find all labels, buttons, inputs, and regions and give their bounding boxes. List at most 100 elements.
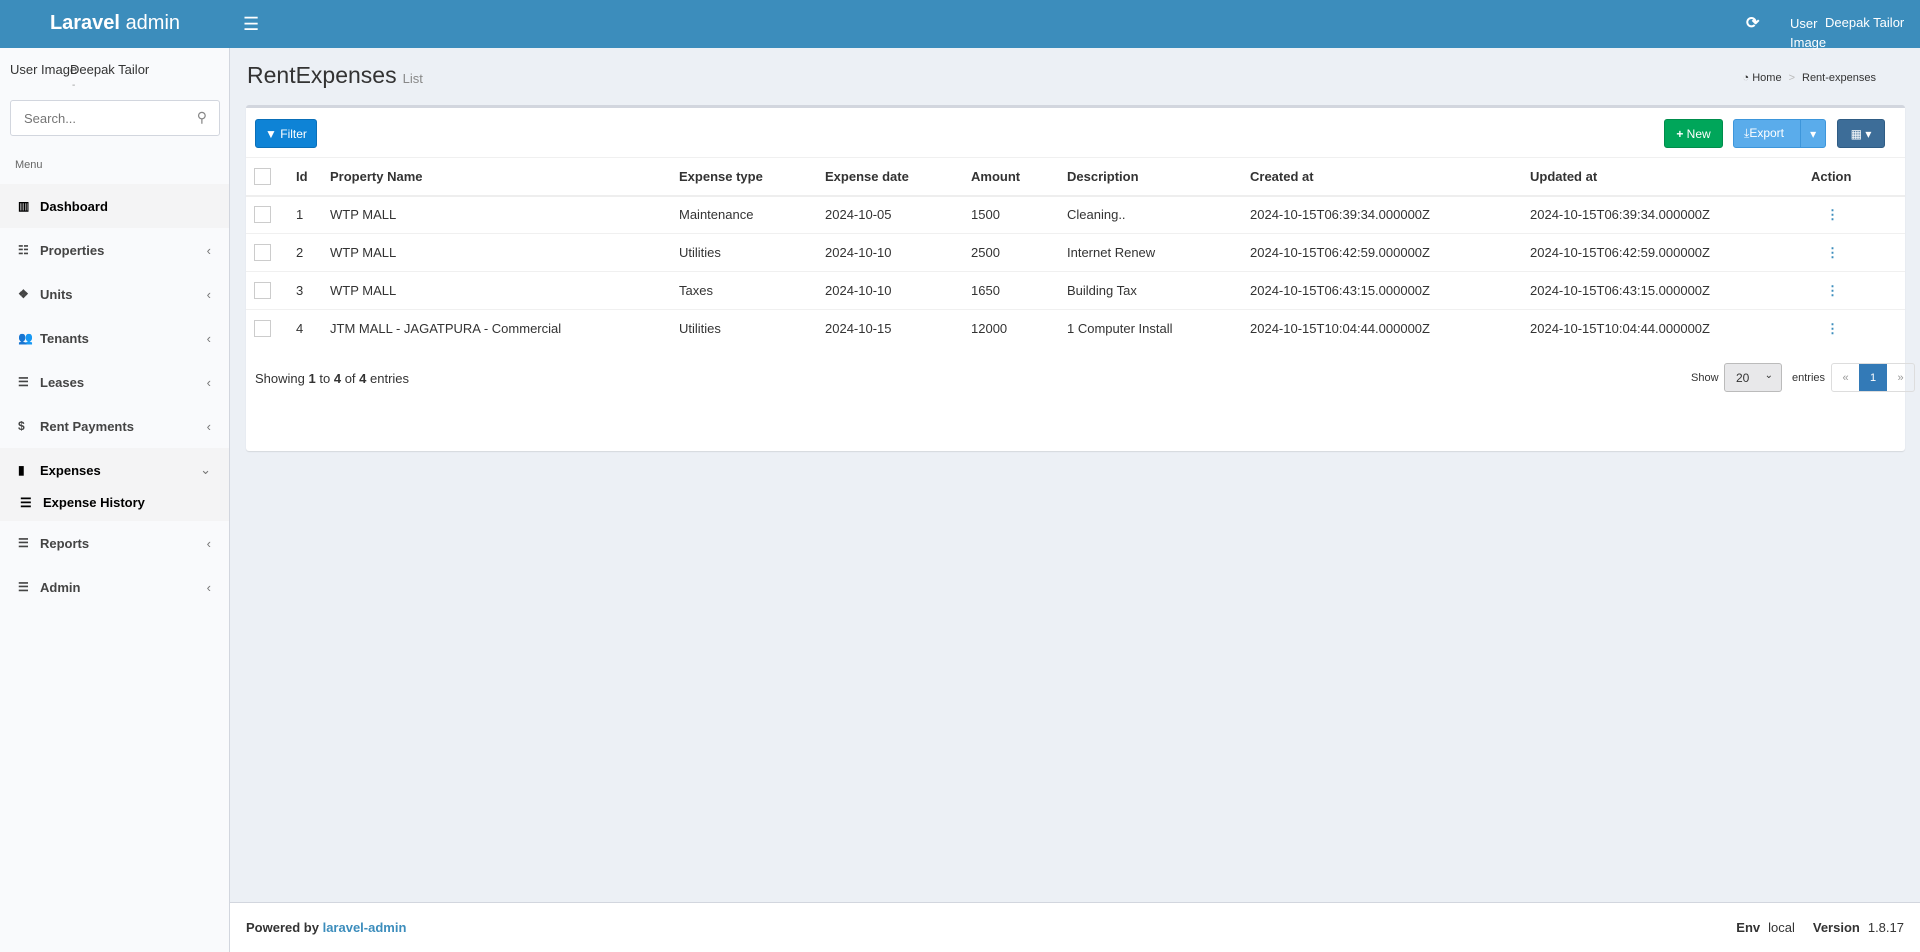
cell-created-at: 2024-10-15T10:04:44.000000Z xyxy=(1250,309,1530,348)
page-1-button[interactable]: 1 xyxy=(1859,364,1887,391)
col-amount[interactable]: Amount xyxy=(971,157,1067,197)
sidebar-item-admin[interactable]: ☰ Admin ‹ xyxy=(0,565,229,609)
sidebar-toggle-icon[interactable]: ☰ xyxy=(243,14,259,35)
cell-updated-at: 2024-10-15T06:39:34.000000Z xyxy=(1530,195,1811,234)
row-actions-icon[interactable]: ⋮ xyxy=(1811,321,1839,336)
search-input[interactable] xyxy=(11,101,181,135)
search-icon[interactable]: ⚲ xyxy=(197,109,207,126)
table-header-row: Id Property Name Expense type Expense da… xyxy=(246,157,1905,197)
cell-expense-date: 2024-10-10 xyxy=(825,233,971,272)
cell-expense-type: Utilities xyxy=(679,233,825,272)
dollar-icon: $ xyxy=(18,419,25,433)
export-button[interactable]: ⤓Export ▾ xyxy=(1733,119,1826,148)
col-created-at[interactable]: Created at xyxy=(1250,157,1530,197)
new-button[interactable]: + New xyxy=(1664,119,1723,148)
sidebar-item-reports[interactable]: ☰ Reports ‹ xyxy=(0,521,229,565)
data-table: Id Property Name Expense type Expense da… xyxy=(246,157,1905,348)
row-actions-icon[interactable]: ⋮ xyxy=(1811,245,1839,260)
cell-updated-at: 2024-10-15T06:43:15.000000Z xyxy=(1530,271,1811,310)
sidebar-item-expenses[interactable]: ▮ Expenses ⌄ xyxy=(0,448,229,492)
breadcrumb: ◔ Home > Rent-expenses xyxy=(1742,72,1877,84)
chevron-down-icon: ⌄ xyxy=(1764,370,1773,381)
sidebar-item-rent-payments[interactable]: $ Rent Payments ‹ xyxy=(0,404,229,448)
cell-amount: 12000 xyxy=(971,309,1067,348)
next-page-button[interactable]: » xyxy=(1887,364,1914,391)
per-page-select[interactable]: 20 ⌄ xyxy=(1724,363,1782,392)
menu-header: Menu xyxy=(15,159,43,171)
cubes-icon: ❖ xyxy=(18,287,29,301)
chevron-left-icon: ‹ xyxy=(206,418,211,434)
chevron-left-icon: ‹ xyxy=(206,579,211,595)
cell-description: Internet Renew xyxy=(1067,233,1250,272)
users-icon: 👥 xyxy=(18,331,33,345)
row-actions-icon[interactable]: ⋮ xyxy=(1811,283,1839,298)
cell-amount: 1500 xyxy=(971,195,1067,234)
cell-created-at: 2024-10-15T06:43:15.000000Z xyxy=(1250,271,1530,310)
column-selector-button[interactable]: ▦ ▾ xyxy=(1837,119,1885,148)
sidebar-menu: ▥ Dashboard ☷ Properties ‹ ❖ Units ‹ 👥 Tenants… xyxy=(0,184,229,609)
bars-icon: ☰ xyxy=(18,536,29,550)
row-checkbox[interactable] xyxy=(254,320,271,338)
filter-button[interactable]: ▼ Filter xyxy=(255,119,317,148)
laravel-admin-link[interactable]: laravel-admin xyxy=(323,920,407,935)
row-checkbox[interactable] xyxy=(254,206,271,224)
user-panel: User Image Deepak Tailor - xyxy=(10,62,149,91)
cell-description: 1 Computer Install xyxy=(1067,309,1250,348)
cell-property-name: WTP MALL xyxy=(330,233,679,272)
sidebar: User Image Deepak Tailor - ⚲ Menu ▥Dashb… xyxy=(0,48,230,952)
cell-id: 1 xyxy=(296,195,330,234)
chevron-left-icon: ‹ xyxy=(206,535,211,551)
col-action: Action xyxy=(1811,157,1905,197)
version-value: 1.8.17 xyxy=(1867,920,1904,935)
env-value: local xyxy=(1768,920,1795,935)
bar-chart-icon: ▥ xyxy=(18,199,30,213)
page-title: RentExpenses List xyxy=(247,62,423,88)
select-all-checkbox[interactable] xyxy=(254,167,271,185)
user-image: User Image xyxy=(10,62,78,77)
col-property-name[interactable]: Property Name xyxy=(330,157,679,197)
filter-icon: ▼ xyxy=(265,126,281,141)
dashboard-icon: ◔ xyxy=(1742,72,1750,84)
list-icon: ☷ xyxy=(18,243,29,257)
sidebar-item-tenants[interactable]: 👥 Tenants ‹ xyxy=(0,316,229,360)
footer: Powered by laravel-admin Env local Version… xyxy=(230,902,1920,952)
row-checkbox[interactable] xyxy=(254,244,271,262)
table-row: 3 WTP MALL Taxes 2024-10-10 1650 Building Tax… xyxy=(246,271,1905,310)
col-updated-at[interactable]: Updated at xyxy=(1530,157,1811,197)
tasks-icon: ☰ xyxy=(18,580,29,594)
sidebar-item-dashboard[interactable]: ▥ Dashboard xyxy=(0,184,229,228)
user-avatar[interactable]: User Image xyxy=(1790,14,1830,52)
chevron-left-icon: ‹ xyxy=(206,242,211,258)
cell-property-name: JTM MALL - JAGATPURA - Commercial xyxy=(330,309,679,348)
sidebar-item-units[interactable]: ❖ Units ‹ xyxy=(0,272,229,316)
page-subtitle: List xyxy=(402,71,423,86)
cell-expense-date: 2024-10-05 xyxy=(825,195,971,234)
grid-box: ▼ Filter + New ⤓Export ▾ ▦ ▾ Id Property … xyxy=(246,105,1915,451)
row-actions-icon[interactable]: ⋮ xyxy=(1811,207,1839,222)
table-icon: ▦ ▾ xyxy=(1850,126,1872,141)
user-name[interactable]: Deepak Tailor xyxy=(1825,15,1904,30)
prev-page-button[interactable]: « xyxy=(1832,364,1859,391)
cell-amount: 1650 xyxy=(971,271,1067,310)
cell-id: 4 xyxy=(296,309,330,348)
cell-expense-type: Utilities xyxy=(679,309,825,348)
sidebar-item-properties[interactable]: ☷ Properties ‹ xyxy=(0,228,229,272)
col-description[interactable]: Description xyxy=(1067,157,1250,197)
chevron-left-icon: ‹ xyxy=(206,374,211,390)
col-id[interactable]: Id xyxy=(296,157,330,197)
logo[interactable]: Laravel admin xyxy=(0,0,230,48)
col-expense-type[interactable]: Expense type xyxy=(679,157,825,197)
table-info: Showing 1 to 4 of 4 entries xyxy=(255,371,410,386)
sidebar-item-leases[interactable]: ☰ Leases ‹ xyxy=(0,360,229,404)
tasks-icon: ☰ xyxy=(18,375,29,389)
cell-created-at: 2024-10-15T06:39:34.000000Z xyxy=(1250,195,1530,234)
breadcrumb-home[interactable]: Home xyxy=(1752,72,1781,84)
plus-icon: + xyxy=(1676,126,1687,141)
chevron-left-icon: ‹ xyxy=(206,330,211,346)
row-checkbox[interactable] xyxy=(254,282,271,300)
refresh-icon[interactable]: ⟳ xyxy=(1746,13,1759,33)
table-row: 1 WTP MALL Maintenance 2024-10-05 1500 Cleani… xyxy=(246,195,1905,234)
cell-expense-date: 2024-10-15 xyxy=(825,309,971,348)
col-expense-date[interactable]: Expense date xyxy=(825,157,971,197)
export-dropdown-caret[interactable]: ▾ xyxy=(1800,120,1825,147)
